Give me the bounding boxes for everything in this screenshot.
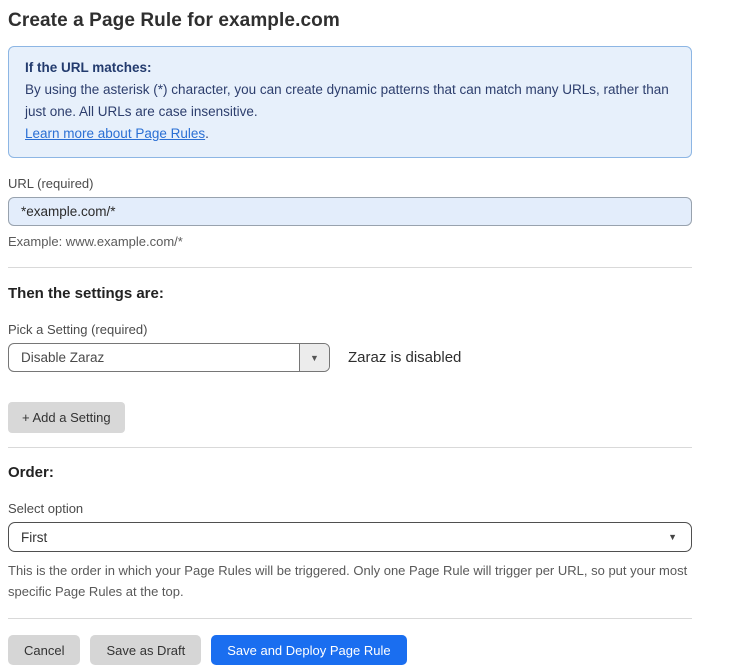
order-section-heading: Order: [8, 464, 692, 481]
chevron-down-icon[interactable]: ▼ [299, 344, 329, 371]
cancel-button[interactable]: Cancel [8, 635, 80, 665]
info-box-heading: If the URL matches: [25, 57, 675, 79]
learn-more-link[interactable]: Learn more about Page Rules [25, 126, 205, 141]
order-select[interactable]: First ▼ [8, 522, 692, 552]
form-actions: Cancel Save as Draft Save and Deploy Pag… [8, 635, 692, 665]
add-setting-button[interactable]: + Add a Setting [8, 402, 125, 433]
order-help-text: This is the order in which your Page Rul… [8, 560, 692, 602]
order-select-label: Select option [8, 501, 692, 516]
url-field-label: URL (required) [8, 176, 692, 191]
settings-section-heading: Then the settings are: [8, 285, 692, 302]
link-suffix: . [205, 126, 209, 141]
divider [8, 267, 692, 268]
url-match-info-box: If the URL matches: By using the asteris… [8, 46, 692, 158]
setting-row: Disable Zaraz ▼ Zaraz is disabled [8, 343, 692, 372]
page-title: Create a Page Rule for example.com [8, 10, 692, 32]
setting-select[interactable]: Disable Zaraz ▼ [8, 343, 330, 372]
page-rule-form: Create a Page Rule for example.com If th… [0, 0, 692, 665]
divider [8, 447, 692, 448]
url-input[interactable] [8, 197, 692, 226]
setting-select-value: Disable Zaraz [9, 344, 299, 371]
chevron-down-icon: ▼ [668, 532, 677, 542]
info-box-link-line: Learn more about Page Rules. [25, 123, 675, 145]
save-as-draft-button[interactable]: Save as Draft [90, 635, 201, 665]
setting-status-text: Zaraz is disabled [348, 349, 461, 366]
divider [8, 618, 692, 619]
order-select-value: First [21, 530, 47, 545]
url-example-text: Example: www.example.com/* [8, 234, 692, 249]
info-box-body: By using the asterisk (*) character, you… [25, 79, 675, 123]
save-and-deploy-button[interactable]: Save and Deploy Page Rule [211, 635, 406, 665]
setting-picker-label: Pick a Setting (required) [8, 322, 692, 337]
